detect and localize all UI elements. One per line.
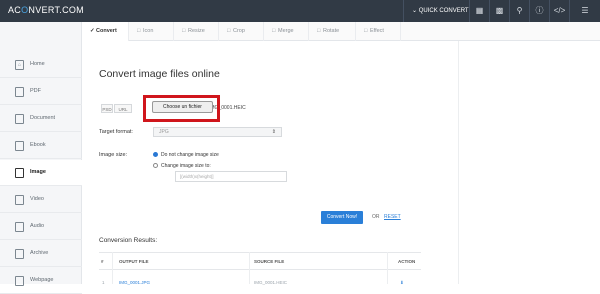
document-icon: [15, 114, 24, 124]
radio-label: Do not change image size: [161, 152, 219, 158]
table-divider: [99, 252, 421, 253]
source-file: IMG_0001.HEIC: [254, 280, 288, 285]
tab-label: Rotate: [323, 28, 340, 34]
radio-label: Change image size to:: [161, 163, 211, 169]
sidebar-item-label: Audio: [30, 223, 45, 229]
sidebar-item-label: PDF: [30, 88, 41, 94]
logo-right: NVERT.COM: [28, 5, 84, 15]
sidebar-item-label: Archive: [30, 250, 49, 256]
radio-dot-selected: [153, 151, 158, 157]
main-content: Convert image files online PSD URL IMG_0…: [82, 41, 600, 286]
table-header-action: ACTION: [398, 259, 416, 264]
archive-icon: [15, 249, 24, 259]
table-col-divider: [249, 252, 250, 284]
sidebar-item-label: Ebook: [30, 142, 46, 148]
image-icon: [15, 168, 24, 178]
logo[interactable]: ACONVERT.COM: [8, 5, 84, 15]
quick-convert-label: QUICK CONVERT: [418, 8, 469, 14]
sidebar-item-home[interactable]: ⌂ Home: [0, 52, 82, 78]
tab-resize[interactable]: □ Resize: [174, 22, 219, 41]
sidebar-item-document[interactable]: Document: [0, 106, 82, 132]
ebook-icon: [15, 141, 24, 151]
sidebar-item-webpage[interactable]: Webpage: [0, 268, 82, 294]
tool-tab-bar: ✓Convert □ Icon □ Resize □ Crop □ Merge □ Rot…: [82, 22, 600, 41]
top-bar: ACONVERT.COM ⌄ QUICK CONVERT ▦ ▩ ⚲ ⓘ </>…: [0, 0, 600, 22]
tab-label: Convert: [96, 28, 117, 34]
table-header-output: OUTPUT FILE: [119, 259, 149, 264]
chevron-down-icon: ⌄: [412, 8, 418, 14]
tab-convert[interactable]: ✓Convert: [82, 22, 129, 41]
grid-icon[interactable]: ▦: [469, 0, 489, 22]
target-format-select[interactable]: JPG ⇕: [153, 127, 282, 137]
quick-convert-button[interactable]: ⌄ QUICK CONVERT: [403, 0, 469, 22]
psd-source-button[interactable]: PSD: [101, 104, 113, 113]
help-icon[interactable]: ⓘ: [529, 0, 549, 22]
tab-label: Effect: [370, 28, 384, 34]
sidebar-item-video[interactable]: Video: [0, 187, 82, 213]
sidebar-item-archive[interactable]: Archive: [0, 241, 82, 267]
sidebar-item-label: Webpage: [30, 277, 54, 283]
sidebar: ⌂ Home PDF Document Ebook Image Video Au…: [0, 22, 82, 294]
table-col-divider: [387, 252, 388, 284]
logo-left: AC: [8, 5, 22, 15]
url-source-button[interactable]: URL: [114, 104, 132, 113]
size-placeholder: [(width)x(height)]: [180, 174, 214, 179]
sidebar-item-label: Image: [30, 169, 46, 175]
output-file-link[interactable]: IMG_0001.JPG: [119, 280, 150, 285]
pdf-icon: [15, 87, 24, 97]
home-icon: ⌂: [15, 60, 24, 70]
row-num: 1: [102, 280, 105, 285]
sidebar-item-image[interactable]: Image: [0, 160, 82, 186]
search-icon[interactable]: ⚲: [509, 0, 529, 22]
tab-label: Crop: [233, 28, 245, 34]
tab-effect[interactable]: □ Effect: [356, 22, 401, 41]
sidebar-item-ebook[interactable]: Ebook: [0, 133, 82, 159]
sidebar-item-pdf[interactable]: PDF: [0, 79, 82, 105]
page-title: Convert image files online: [99, 68, 220, 80]
code-icon[interactable]: </>: [549, 0, 569, 22]
results-title: Conversion Results:: [99, 237, 158, 244]
radio-dot: [153, 162, 158, 168]
or-text: OR: [372, 214, 380, 220]
tab-merge[interactable]: □ Merge: [264, 22, 309, 41]
sidebar-item-label: Home: [30, 61, 45, 67]
video-icon: [15, 195, 24, 205]
tab-label: Icon: [143, 28, 154, 34]
tab-rotate[interactable]: □ Rotate: [309, 22, 356, 41]
tab-label: Resize: [188, 28, 205, 34]
image-size-input[interactable]: [(width)x(height)]: [175, 171, 287, 182]
image-size-label: Image size:: [99, 152, 128, 158]
select-arrows-icon: ⇕: [271, 129, 276, 135]
tab-icon[interactable]: □ Icon: [129, 22, 174, 41]
audio-icon: [15, 222, 24, 232]
table-header-source: SOURCE FILE: [254, 259, 285, 264]
radio-change-size[interactable]: Change image size to:: [153, 162, 211, 169]
webpage-icon: [15, 276, 24, 286]
target-format-value: JPG: [159, 129, 169, 135]
radio-no-change[interactable]: Do not change image size: [153, 151, 219, 158]
sidebar-item-label: Video: [30, 196, 44, 202]
menu-icon[interactable]: ☰: [569, 0, 600, 22]
reset-link[interactable]: RESET: [384, 214, 401, 220]
download-icon[interactable]: ⬇: [400, 280, 404, 286]
table-divider: [99, 269, 421, 270]
sidebar-item-audio[interactable]: Audio: [0, 214, 82, 240]
target-format-label: Target format:: [99, 129, 133, 135]
table-header-num: #: [101, 259, 104, 264]
convert-now-button[interactable]: Convert Now!: [321, 211, 363, 224]
highlight-box: [143, 95, 220, 122]
tab-crop[interactable]: □ Crop: [219, 22, 264, 41]
tab-label: Merge: [278, 28, 294, 34]
layers-icon[interactable]: ▩: [489, 0, 509, 22]
sidebar-item-label: Document: [30, 115, 56, 121]
table-col-divider: [112, 252, 113, 284]
